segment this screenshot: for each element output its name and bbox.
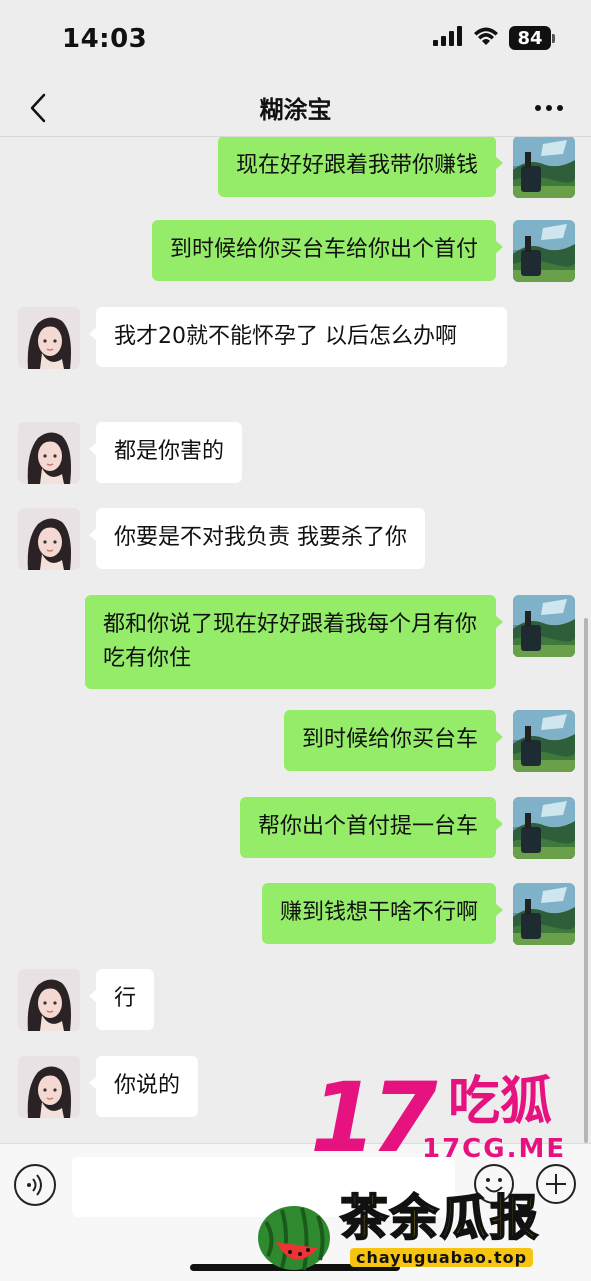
avatar-self[interactable] [513,595,575,657]
signal-icon [433,26,463,50]
chat-title: 糊涂宝 [259,96,332,124]
battery-level: 84 [509,26,551,50]
status-icons: 84 [433,26,555,50]
avatar-self[interactable] [513,220,575,282]
voice-icon [27,1174,42,1196]
avatar-contact[interactable] [18,508,80,570]
message-bubble[interactable]: 现在好好跟着我带你赚钱 [217,137,504,197]
more-icon [535,105,563,111]
message-bubble[interactable]: 赚到钱想干啥不行啊 [261,883,504,944]
plus-icon [546,1174,566,1194]
watermark-brand-2: 茶余瓜报 [339,1189,541,1247]
message-bubble[interactable]: 到时候给你买台车给你出个首付 [151,220,504,281]
message-bubble[interactable]: 你要是不对我负责 我要杀了你 [89,508,425,569]
message-bubble[interactable]: 到时候给你买台车 [283,710,504,771]
avatar-contact[interactable] [18,969,80,1031]
message-list[interactable]: 现在好好跟着我带你赚钱 到时候给你买台车给你出个首付 我才20就不能怀孕了 以后… [0,137,591,1142]
status-bar: 14:03 84 [0,0,591,80]
status-time: 14:03 [62,24,148,54]
message-bubble[interactable]: 都是你害的 [88,422,243,483]
watermark-brand: 吃狐 [448,1072,553,1132]
plus-button[interactable] [536,1164,576,1204]
scrollbar[interactable] [584,618,588,1143]
message-bubble[interactable]: 我才20就不能怀孕了 以后怎么办啊 [89,307,507,367]
more-button[interactable] [531,90,567,126]
watermelon-icon [254,1202,334,1278]
avatar-contact[interactable] [18,422,80,484]
message-bubble[interactable]: 都和你说了现在好好跟着我每个月有你吃有你住 [85,595,503,689]
message-bubble[interactable]: 帮你出个首付提一台车 [239,797,504,858]
wifi-icon [473,26,499,50]
chat-header: 糊涂宝 [0,80,591,137]
watermark-number: 17 [310,1062,438,1174]
watermark-domain: 17CG.ME [422,1134,567,1164]
message-bubble[interactable]: 你说的 [88,1056,199,1117]
avatar-contact[interactable] [18,1056,80,1118]
avatar-self[interactable] [513,797,575,859]
watermark-domain-2: chayuguabao.top [350,1248,534,1267]
voice-button[interactable] [14,1164,56,1206]
avatar-self[interactable] [513,883,575,945]
avatar-self[interactable] [513,137,575,198]
avatar-contact[interactable] [18,307,80,369]
battery-icon: 84 [509,26,555,50]
message-bubble[interactable]: 行 [88,969,155,1030]
avatar-self[interactable] [513,710,575,772]
